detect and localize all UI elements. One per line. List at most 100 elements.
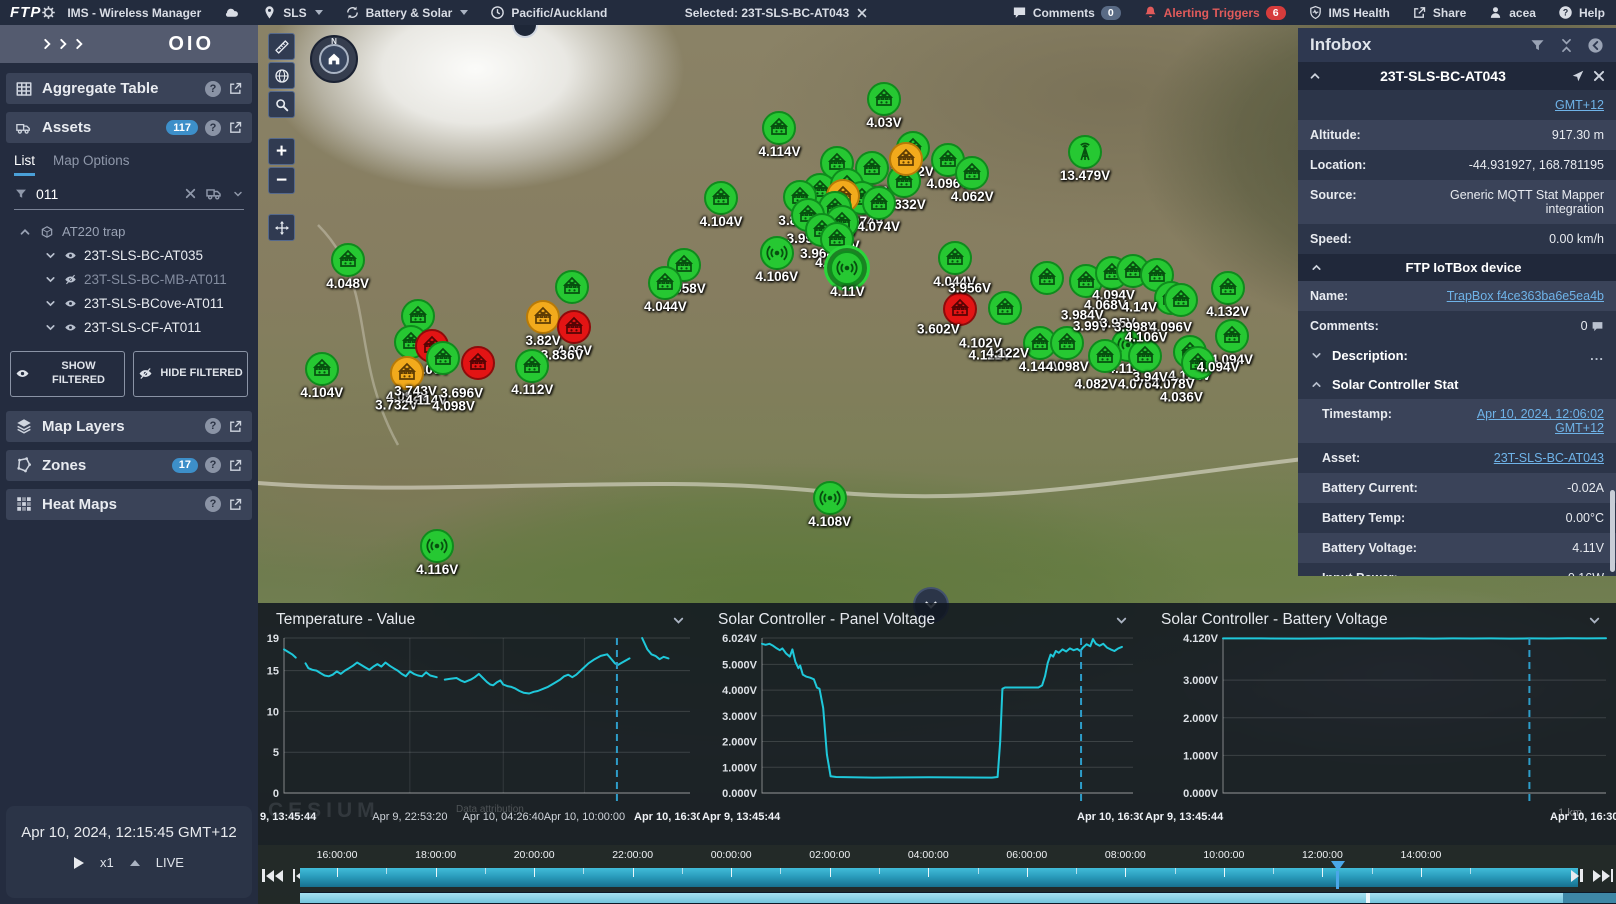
tree-item[interactable]: 23T-SLS-CF-AT011: [44, 320, 248, 335]
play-button[interactable]: [74, 857, 84, 869]
search-area-button[interactable]: [268, 91, 295, 118]
collapse-icon[interactable]: [18, 225, 32, 239]
map-marker-trap[interactable]: [1088, 339, 1122, 373]
tree-item[interactable]: 23T-SLS-BC-AT035: [44, 248, 248, 263]
timeline-strip[interactable]: [300, 868, 1578, 887]
map-marker-trap[interactable]: [889, 142, 923, 176]
map-marker-trap[interactable]: [988, 291, 1022, 325]
map-marker-trap[interactable]: [555, 270, 589, 304]
live-toggle[interactable]: LIVE: [156, 855, 184, 870]
playback-speed[interactable]: x1: [100, 855, 114, 870]
comments-button[interactable]: Comments0: [1012, 5, 1121, 20]
heat-maps-section[interactable]: Heat Maps ?: [6, 489, 252, 520]
ims-health-button[interactable]: IMS Health: [1308, 5, 1390, 20]
help-icon[interactable]: ?: [205, 418, 221, 434]
infobox-description-row[interactable]: Description:...: [1298, 341, 1616, 370]
share-button[interactable]: Share: [1412, 5, 1466, 20]
infobox-value-link[interactable]: GMT+12: [1555, 98, 1604, 112]
compass-control[interactable]: N: [310, 35, 358, 83]
infobox-asset-header[interactable]: 23T-SLS-BC-AT043: [1298, 62, 1616, 90]
chart-plot[interactable]: 4.120V3.000V2.000V1.000V0.000V: [1143, 631, 1616, 809]
menu-sls[interactable]: SLS: [262, 5, 322, 20]
help-button[interactable]: Help: [1558, 5, 1605, 20]
infobox-back-icon[interactable]: [1587, 37, 1604, 54]
chevron-down-icon[interactable]: [1114, 613, 1129, 628]
help-icon[interactable]: ?: [205, 496, 221, 512]
asset-type-truck-icon[interactable]: [205, 184, 224, 203]
globe-view-button[interactable]: [268, 62, 295, 89]
clear-selection-icon[interactable]: [856, 7, 868, 19]
open-external-icon[interactable]: [228, 419, 243, 434]
tab-map-options[interactable]: Map Options: [53, 153, 130, 176]
zoom-out-button[interactable]: −: [268, 167, 295, 194]
map-marker-radio[interactable]: 4.106V: [760, 236, 794, 270]
tree-item[interactable]: 23T-SLS-BC-MB-AT011: [44, 272, 248, 287]
map-marker-radio[interactable]: 4.108V: [813, 481, 847, 515]
chevron-down-icon[interactable]: [1587, 613, 1602, 628]
tree-item[interactable]: 23T-SLS-BCove-AT011: [44, 296, 248, 311]
data-attribution[interactable]: Data attribution: [456, 804, 524, 815]
tab-list[interactable]: List: [14, 153, 35, 176]
help-icon[interactable]: ?: [205, 457, 221, 473]
map-marker-trap[interactable]: 4.062V: [955, 156, 989, 190]
assets-section[interactable]: Assets 117?: [6, 112, 252, 143]
menu-battery-solar[interactable]: Battery & Solar: [345, 5, 469, 20]
map-marker-trap[interactable]: 4.044V: [938, 241, 972, 275]
zones-section[interactable]: Zones 17?: [6, 450, 252, 481]
open-external-icon[interactable]: [228, 458, 243, 473]
user-menu[interactable]: acea: [1488, 5, 1536, 20]
map-marker-trap[interactable]: 4.132V: [1211, 271, 1245, 305]
filter-value[interactable]: 011: [36, 186, 176, 202]
map-marker-tower[interactable]: 13.479V: [1068, 135, 1102, 169]
speed-up-icon[interactable]: [130, 860, 140, 866]
map-marker-trap[interactable]: 4.048V: [331, 243, 365, 277]
open-external-icon[interactable]: [228, 120, 243, 135]
timeline-scrollbar[interactable]: [300, 892, 1616, 904]
map-marker-trap[interactable]: 3.82V: [526, 300, 560, 334]
infobox-scrollbar[interactable]: [1610, 490, 1615, 572]
map-marker-trap[interactable]: 4.094V: [1215, 319, 1249, 353]
map-marker-trap[interactable]: 4.114V: [762, 111, 796, 145]
map-marker-trap[interactable]: 4.112V: [515, 349, 549, 383]
infobox-value-link[interactable]: 23T-SLS-BC-AT043: [1494, 451, 1604, 465]
map-marker-trap[interactable]: 4.074V: [862, 186, 896, 220]
chevron-up-icon[interactable]: [1308, 69, 1322, 83]
description-more-button[interactable]: ...: [1590, 348, 1604, 363]
home-view-button[interactable]: [319, 44, 349, 74]
map-marker-trap[interactable]: 4.06V: [557, 310, 591, 344]
asset-filter-input[interactable]: 011: [14, 184, 244, 210]
infobox-value-link[interactable]: Apr 10, 2024, 12:06:02: [1477, 407, 1604, 421]
skip-to-end-button[interactable]: [1593, 869, 1614, 882]
clear-filter-icon[interactable]: [184, 187, 197, 200]
step-forward-button[interactable]: [1571, 869, 1583, 882]
infobox-collapse-icon[interactable]: [1558, 37, 1575, 54]
map-marker-trap[interactable]: [1030, 261, 1064, 295]
skip-to-start-button[interactable]: [262, 869, 283, 882]
help-icon[interactable]: ?: [205, 120, 221, 136]
chevron-down-icon[interactable]: [671, 613, 686, 628]
map-marker-trap[interactable]: [461, 346, 495, 380]
map-marker-radio[interactable]: 4.116V: [420, 529, 454, 563]
open-external-icon[interactable]: [228, 497, 243, 512]
map-layers-section[interactable]: Map Layers ?: [6, 411, 252, 442]
infobox-subsection-header[interactable]: Solar Controller Stat: [1298, 370, 1616, 399]
zoom-in-button[interactable]: +: [268, 138, 295, 165]
timezone-selector[interactable]: Pacific/Auckland: [490, 5, 607, 20]
close-icon[interactable]: [1592, 69, 1606, 83]
measure-tool-button[interactable]: [268, 33, 295, 60]
timeline-playhead[interactable]: [1331, 861, 1345, 889]
map-marker-trap[interactable]: [1164, 283, 1198, 317]
sidebar-expand-button[interactable]: [40, 37, 86, 51]
map-marker-trap[interactable]: 4.03V: [867, 82, 901, 116]
open-external-icon[interactable]: [228, 81, 243, 96]
help-icon[interactable]: ?: [205, 81, 221, 97]
map-marker-trap[interactable]: [426, 341, 460, 375]
infobox-section-header[interactable]: FTP IoTBox device: [1298, 254, 1616, 281]
map-marker-trap[interactable]: 4.104V: [305, 352, 339, 386]
infobox-value-link[interactable]: GMT+12: [1477, 421, 1604, 435]
map-marker-trap[interactable]: 4.104V: [704, 181, 738, 215]
chart-plot[interactable]: 19151050: [258, 631, 700, 809]
show-filtered-button[interactable]: SHOW FILTERED: [10, 351, 125, 397]
timeline-scroll-thumb[interactable]: [300, 893, 1563, 903]
map-marker-radio-selected[interactable]: 4.11V: [830, 251, 864, 285]
